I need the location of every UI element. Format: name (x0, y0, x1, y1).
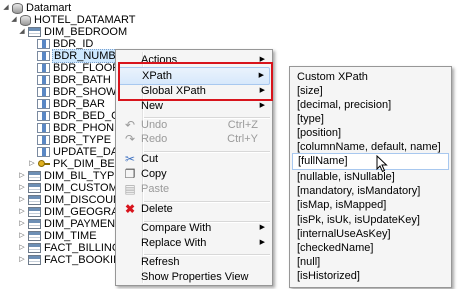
table-icon (28, 195, 41, 205)
table-icon (28, 207, 41, 217)
table-icon (28, 255, 41, 265)
collapse-arrow-icon[interactable]: ◢ (18, 25, 26, 39)
menu-item-replace-with[interactable]: Replace With ▶ (118, 234, 270, 252)
highlight-box (118, 62, 273, 101)
column-icon (37, 123, 50, 133)
database-icon (20, 14, 31, 26)
column-icon (37, 87, 50, 97)
collapse-arrow-icon[interactable]: ◢ (10, 13, 18, 27)
submenu-arrow-icon: ▶ (259, 239, 265, 246)
table-icon (28, 231, 41, 241)
menu-item-redo[interactable]: ↷ Redo Ctrl+Y (118, 130, 270, 148)
column-icon (37, 51, 50, 61)
mouse-cursor-icon (376, 155, 388, 173)
table-icon (28, 27, 41, 37)
paste-icon: ▤ (124, 182, 136, 196)
table-icon (28, 219, 41, 229)
database-icon (12, 2, 23, 14)
xpath-item-highlighted[interactable]: [fullName] (292, 153, 449, 170)
table-icon (28, 243, 41, 253)
menu-item-paste[interactable]: ▤ Paste (118, 180, 270, 198)
delete-icon: ✖ (124, 202, 136, 216)
xpath-item[interactable]: [isHistorized] (292, 268, 449, 285)
column-icon (37, 63, 50, 73)
column-icon (37, 135, 50, 145)
column-icon (37, 147, 50, 157)
column-icon (37, 39, 50, 49)
collapse-arrow-icon[interactable]: ◢ (2, 1, 10, 15)
tree-node-table[interactable]: ▷ FACT_BOOKING (18, 253, 129, 267)
table-icon (28, 183, 41, 193)
table-icon (28, 171, 41, 181)
menu-item-delete[interactable]: ✖ Delete (118, 200, 270, 218)
redo-icon: ↷ (124, 132, 136, 146)
menu-item-show-properties[interactable]: Show Properties View (118, 268, 270, 286)
column-icon (37, 75, 50, 85)
xpath-submenu: Custom XPath [size] [decimal, precision]… (289, 66, 452, 288)
column-icon (37, 99, 50, 109)
column-icon (37, 111, 50, 121)
copy-icon: ❐ (124, 167, 136, 181)
scissors-icon: ✂ (124, 152, 136, 166)
expand-arrow-icon[interactable]: ▷ (18, 253, 26, 267)
